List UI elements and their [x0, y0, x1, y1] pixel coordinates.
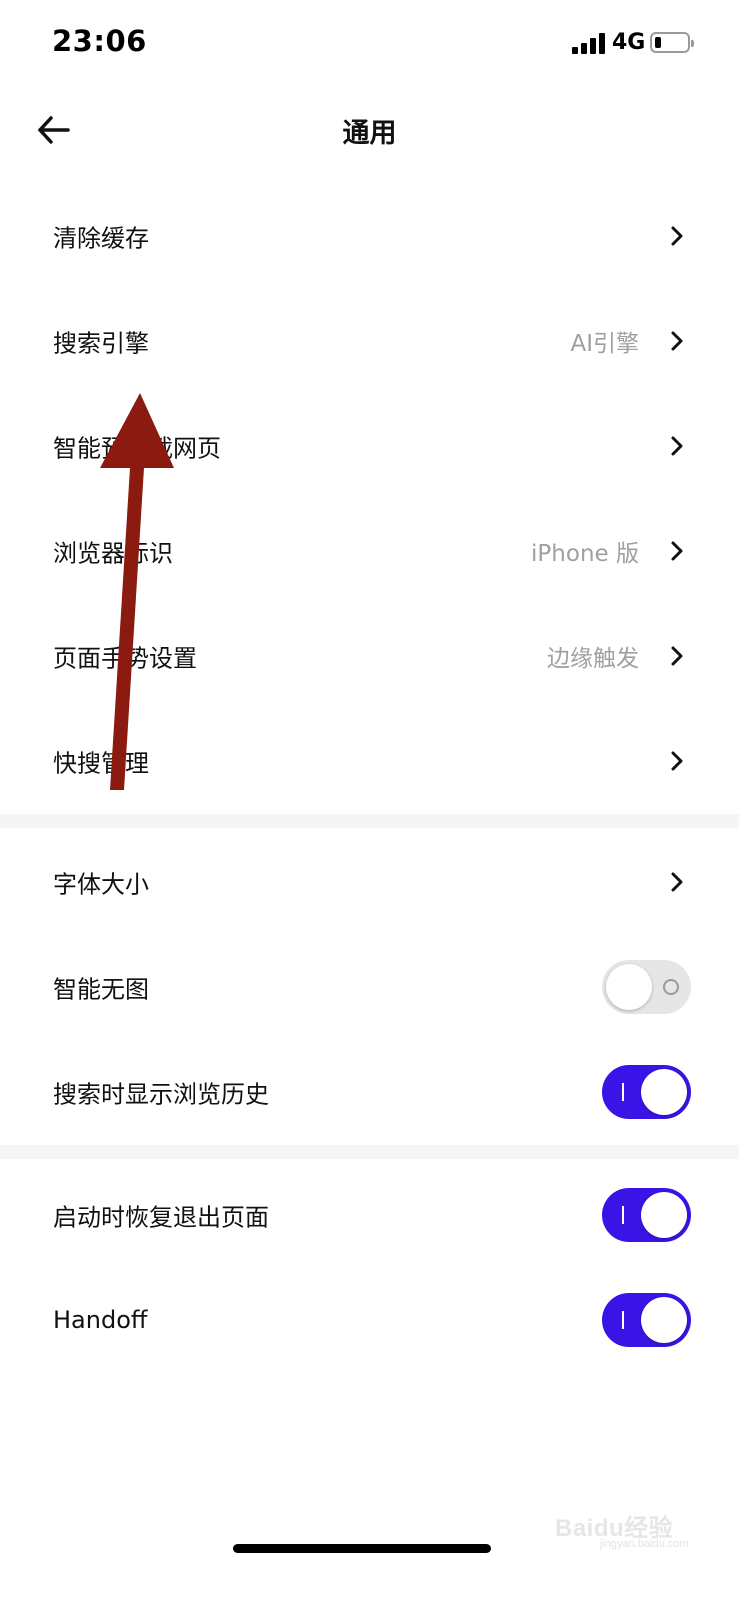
row-clear-cache[interactable]: 清除缓存	[0, 183, 739, 288]
row-search-engine[interactable]: 搜索引擎 AI引擎	[0, 288, 739, 393]
row-label: 智能无图	[53, 975, 149, 1003]
row-smart-preload[interactable]: 智能预加载网页	[0, 393, 739, 498]
home-indicator[interactable]	[233, 1544, 491, 1553]
row-label: 浏览器标识	[53, 539, 173, 567]
row-value: 边缘触发	[547, 645, 639, 672]
row-label: Handoff	[53, 1305, 148, 1334]
row-restore-pages: 启动时恢复退出页面	[0, 1162, 739, 1267]
chevron-right-icon	[671, 646, 683, 665]
row-label: 页面手势设置	[53, 644, 197, 672]
page-title: 通用	[342, 118, 397, 149]
status-bar: 23:06 4G	[0, 0, 739, 90]
network-type: 4G	[612, 30, 646, 55]
chevron-right-icon	[671, 226, 683, 245]
row-label: 快搜管理	[53, 749, 149, 777]
status-time: 23:06	[52, 24, 147, 58]
settings-group-session: 启动时恢复退出页面 Handoff	[0, 1162, 739, 1372]
row-handoff: Handoff	[0, 1267, 739, 1372]
section-divider	[0, 1145, 739, 1159]
chevron-right-icon	[671, 541, 683, 560]
row-user-agent[interactable]: 浏览器标识 iPhone 版	[0, 498, 739, 603]
baidu-watermark-url: jingyan.baidu.com	[600, 1538, 689, 1550]
battery-icon	[650, 32, 694, 53]
back-button[interactable]	[30, 107, 76, 153]
row-smart-no-image: 智能无图	[0, 934, 739, 1039]
row-label: 启动时恢复退出页面	[53, 1203, 269, 1231]
chevron-right-icon	[671, 331, 683, 350]
row-font-size[interactable]: 字体大小	[0, 829, 739, 934]
nav-bar: 通用	[0, 95, 739, 165]
show-history-toggle[interactable]	[602, 1064, 691, 1119]
chevron-right-icon	[671, 872, 683, 891]
smart-no-image-toggle[interactable]	[602, 959, 691, 1014]
settings-group-general: 清除缓存 搜索引擎 AI引擎 智能预加载网页 浏览器标识 iPhone 版 页面…	[0, 183, 739, 813]
chevron-right-icon	[671, 436, 683, 455]
row-show-history: 搜索时显示浏览历史	[0, 1039, 739, 1144]
arrow-left-icon	[38, 116, 70, 144]
row-label: 搜索时显示浏览历史	[53, 1080, 269, 1108]
cellular-signal-icon	[572, 32, 606, 54]
restore-pages-toggle[interactable]	[602, 1187, 691, 1242]
row-label: 智能预加载网页	[53, 434, 221, 462]
row-label: 搜索引擎	[53, 329, 149, 357]
section-divider	[0, 814, 739, 828]
row-value: iPhone 版	[531, 540, 639, 567]
row-label: 字体大小	[53, 870, 149, 898]
row-label: 清除缓存	[53, 224, 149, 252]
row-value: AI引擎	[570, 330, 639, 357]
chevron-right-icon	[671, 751, 683, 770]
row-gesture-settings[interactable]: 页面手势设置 边缘触发	[0, 603, 739, 708]
handoff-toggle[interactable]	[602, 1292, 691, 1347]
settings-group-display: 字体大小 智能无图 搜索时显示浏览历史	[0, 829, 739, 1144]
row-quick-search[interactable]: 快搜管理	[0, 708, 739, 813]
